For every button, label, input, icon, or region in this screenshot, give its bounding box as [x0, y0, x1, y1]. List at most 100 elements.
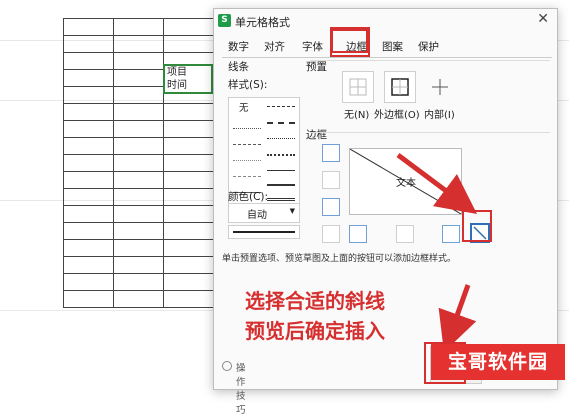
grid-cell[interactable]: [163, 103, 214, 121]
border-bottom-button[interactable]: [322, 198, 340, 216]
tab-pattern[interactable]: 图案: [382, 39, 403, 54]
preset-none-button[interactable]: [342, 71, 374, 103]
grid-cell[interactable]: [113, 290, 164, 308]
grid-cell[interactable]: [113, 69, 164, 87]
grid-cell[interactable]: [163, 256, 214, 274]
border-top-button[interactable]: [322, 144, 340, 162]
grid-cell[interactable]: [163, 239, 214, 257]
preset-inside-button[interactable]: [424, 71, 456, 103]
grid-cell[interactable]: [113, 222, 164, 240]
border-left-button[interactable]: [349, 225, 367, 243]
grid-cell[interactable]: [163, 273, 214, 291]
grid-cell[interactable]: [113, 52, 164, 70]
grid-cell[interactable]: [63, 137, 114, 155]
preset-inside-label: 内部(I): [424, 110, 455, 121]
grid-cell[interactable]: [63, 273, 114, 291]
grid-cell[interactable]: [163, 171, 214, 189]
description-text: 单击预置选项、预览草图及上面的按钮可以添加边框样式。: [222, 254, 457, 264]
grid-cell[interactable]: [63, 290, 114, 308]
grid-cell[interactable]: [113, 154, 164, 172]
grid-cell[interactable]: [163, 154, 214, 172]
line-style-option[interactable]: [267, 198, 295, 201]
grid-cell[interactable]: [163, 137, 214, 155]
close-icon[interactable]: ✕: [537, 11, 549, 27]
border-preview[interactable]: 文本: [349, 148, 462, 215]
annotation-text: 选择合适的斜线 预览后确定插入: [245, 289, 385, 343]
help-label: 操作技巧: [236, 363, 246, 416]
preset-outline-label: 外边框(O): [374, 110, 420, 121]
grid-cell[interactable]: [63, 18, 114, 36]
line-style-option[interactable]: [267, 184, 295, 186]
grid-cell[interactable]: [113, 171, 164, 189]
line-style-option[interactable]: [267, 170, 295, 171]
grid-cell[interactable]: [63, 222, 114, 240]
dialog-titlebar: S 单元格格式 ✕: [214, 9, 557, 33]
grid-cell[interactable]: [63, 256, 114, 274]
preset-outline-button[interactable]: [384, 71, 416, 103]
tab-bar: 数字 对齐 字体 边框 图案 保护: [222, 35, 552, 58]
line-style-option[interactable]: [233, 176, 261, 177]
tab-font[interactable]: 字体: [302, 39, 323, 54]
selected-cell[interactable]: 项目 时间: [163, 64, 213, 94]
grid-cell[interactable]: [63, 188, 114, 206]
grid-cell[interactable]: [163, 18, 214, 36]
border-middle-h-button[interactable]: [322, 171, 340, 189]
grid-cell[interactable]: [63, 154, 114, 172]
divider: [310, 132, 550, 133]
grid-cell[interactable]: [63, 103, 114, 121]
preset-none-icon: [349, 78, 367, 96]
grid-cell[interactable]: [113, 137, 164, 155]
highlight-border-tab: [330, 27, 370, 57]
grid-cell[interactable]: [113, 205, 164, 223]
grid-cell[interactable]: [113, 239, 164, 257]
color-value: 自动: [247, 210, 267, 221]
diagonal-up-button[interactable]: [322, 225, 340, 243]
watermark: 宝哥软件园: [431, 344, 565, 380]
line-style-option[interactable]: [267, 106, 295, 107]
grid-cell[interactable]: [63, 205, 114, 223]
spreadsheet-s-icon: S: [218, 14, 231, 27]
grid-cell[interactable]: [63, 86, 114, 104]
line-style-none[interactable]: 无: [239, 100, 249, 114]
style-label: 样式(S):: [228, 79, 268, 91]
tab-number[interactable]: 数字: [228, 39, 249, 54]
grid-cell[interactable]: [163, 188, 214, 206]
grid-cell[interactable]: [163, 35, 214, 53]
tab-protection[interactable]: 保护: [418, 39, 439, 54]
line-style-option[interactable]: [233, 160, 261, 161]
grid-cell[interactable]: [113, 86, 164, 104]
color-preview: [228, 225, 300, 239]
border-right-button[interactable]: [442, 225, 460, 243]
line-style-option[interactable]: [233, 128, 261, 129]
line-style-option[interactable]: [267, 138, 295, 139]
line-style-option[interactable]: [267, 154, 295, 156]
grid-cell[interactable]: [113, 273, 164, 291]
grid-cell[interactable]: [113, 103, 164, 121]
preset-heading: 预置: [306, 61, 327, 73]
border-middle-v-button[interactable]: [396, 225, 414, 243]
grid-cell[interactable]: [63, 69, 114, 87]
highlight-diagonal-button: [462, 210, 492, 242]
grid-cell[interactable]: [163, 120, 214, 138]
line-style-option[interactable]: [267, 122, 295, 124]
grid-cell[interactable]: [163, 205, 214, 223]
color-label: 颜色(C):: [228, 191, 269, 203]
color-dropdown[interactable]: 自动 ▼: [228, 203, 300, 223]
divider: [310, 60, 550, 61]
line-style-option[interactable]: [233, 144, 261, 145]
preview-text: 文本: [396, 178, 416, 189]
grid-cell[interactable]: [63, 120, 114, 138]
grid-cell[interactable]: [113, 120, 164, 138]
grid-cell[interactable]: [63, 35, 114, 53]
grid-cell[interactable]: [113, 188, 164, 206]
grid-cell[interactable]: [63, 239, 114, 257]
tab-alignment[interactable]: 对齐: [264, 39, 285, 54]
grid-cell[interactable]: [163, 222, 214, 240]
grid-cell[interactable]: [63, 52, 114, 70]
grid-cell[interactable]: [113, 18, 164, 36]
grid-cell[interactable]: [163, 290, 214, 308]
grid-cell[interactable]: [63, 171, 114, 189]
grid-cell[interactable]: [113, 256, 164, 274]
grid-cell[interactable]: [113, 35, 164, 53]
chevron-down-icon: ▼: [289, 207, 295, 215]
